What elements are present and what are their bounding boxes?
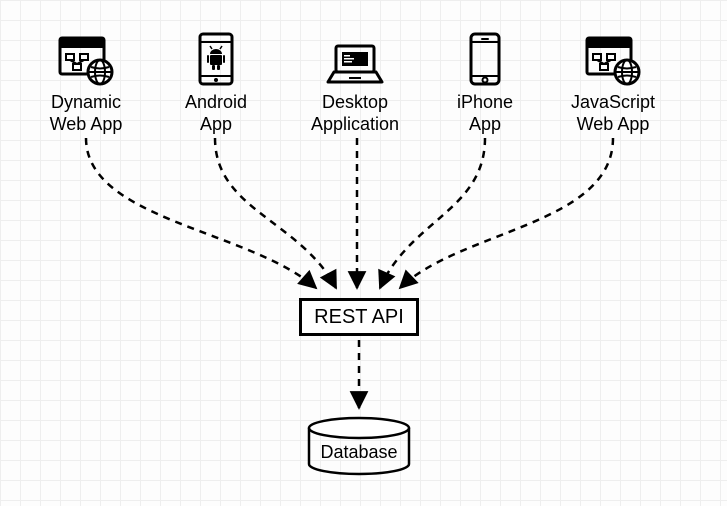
laptop-icon <box>300 30 410 86</box>
arrow-dynamic-to-rest <box>86 138 316 288</box>
node-label-line1: Android <box>176 92 256 114</box>
database-cylinder: Database <box>305 416 413 476</box>
web-app-globe-icon <box>34 30 138 86</box>
node-android-app: Android App <box>176 30 256 135</box>
node-label-line2: Web App <box>558 114 668 136</box>
web-app-globe-icon <box>558 30 668 86</box>
iphone-icon <box>450 30 520 86</box>
node-label-line1: Desktop <box>300 92 410 114</box>
arrow-js-to-rest <box>400 138 613 288</box>
node-label-line2: Web App <box>34 114 138 136</box>
node-label-line1: JavaScript <box>558 92 668 114</box>
rest-api-label: REST API <box>314 306 404 329</box>
database-label: Database <box>320 442 397 462</box>
rest-api-box: REST API <box>299 298 419 336</box>
node-label-line2: App <box>176 114 256 136</box>
node-dynamic-web-app: Dynamic Web App <box>34 30 138 135</box>
android-phone-icon <box>176 30 256 86</box>
node-label-line2: Application <box>300 114 410 136</box>
node-iphone-app: iPhone App <box>450 30 520 135</box>
node-js-web-app: JavaScript Web App <box>558 30 668 135</box>
node-label-line1: Dynamic <box>34 92 138 114</box>
node-desktop-app: Desktop Application <box>300 30 410 135</box>
node-label-line1: iPhone <box>450 92 520 114</box>
arrow-iphone-to-rest <box>380 138 485 288</box>
node-label-line2: App <box>450 114 520 136</box>
arrow-android-to-rest <box>215 138 336 288</box>
